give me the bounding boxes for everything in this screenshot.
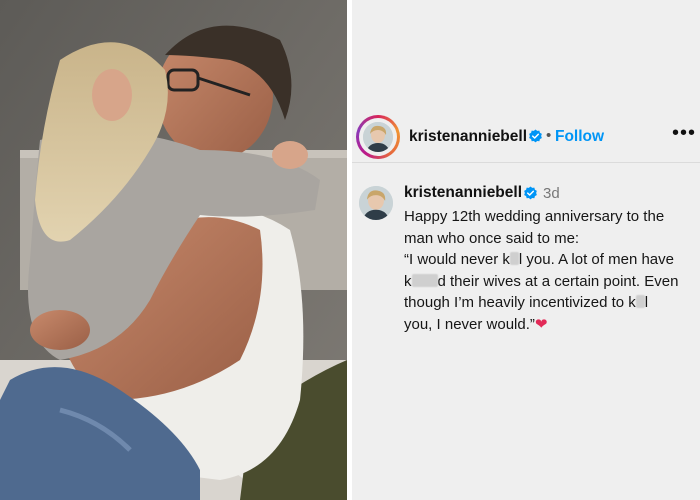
avatar-icon xyxy=(363,122,393,152)
caption-line: kd their wives at a certain point. Even xyxy=(404,272,679,290)
caption-text: Happy 12th wedding anniversary to the ma… xyxy=(404,206,696,335)
heart-icon: ❤ xyxy=(534,315,548,333)
verified-badge-icon xyxy=(529,129,542,143)
follow-button[interactable]: Follow xyxy=(555,128,604,146)
caption-line: you, I never would.”❤ xyxy=(404,315,548,333)
caption-avatar[interactable] xyxy=(359,186,393,220)
avatar[interactable] xyxy=(363,122,393,152)
caption-line: though I’m heavily incentivized to kl xyxy=(404,294,649,311)
censored-text xyxy=(635,295,645,308)
avatar-icon xyxy=(359,186,393,220)
post-header: kristenanniebell • Follow ••• xyxy=(352,112,700,163)
caption-line: Happy 12th wedding anniversary to the xyxy=(404,208,665,225)
header-separator: • xyxy=(546,127,552,144)
story-ring[interactable] xyxy=(356,115,400,159)
verified-badge-icon xyxy=(524,186,537,200)
caption-username[interactable]: kristenanniebell xyxy=(404,184,522,202)
caption-line: man who once said to me: xyxy=(404,229,580,247)
header-username[interactable]: kristenanniebell xyxy=(409,128,527,146)
more-options-icon[interactable]: ••• xyxy=(672,122,696,144)
censored-text xyxy=(509,252,519,265)
hug-photo-illustration xyxy=(0,0,347,500)
caption-line: “I would never kl you. A lot of men have xyxy=(404,251,674,268)
post-photo xyxy=(0,0,347,500)
post-timestamp[interactable]: 3d xyxy=(543,185,560,202)
censored-text xyxy=(411,273,438,287)
instagram-panel: kristenanniebell • Follow ••• kristenann… xyxy=(352,0,700,500)
